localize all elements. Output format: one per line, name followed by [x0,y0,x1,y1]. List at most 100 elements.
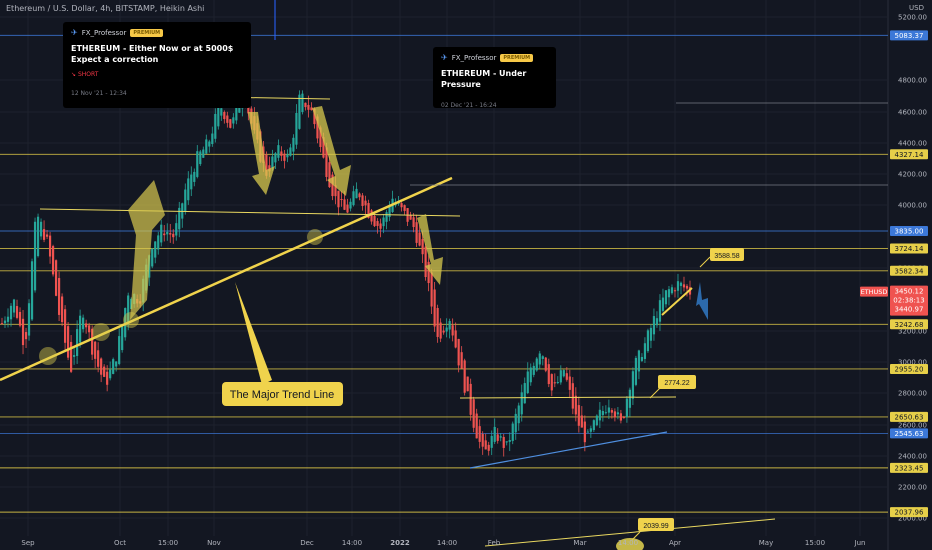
candle-body [205,139,208,154]
candle-body [364,200,367,206]
level-badge-label: 2955.20 [895,365,924,373]
price-label: 3588.58 [714,253,739,260]
candle-body [286,154,289,158]
level-badge-label: 3835.00 [895,227,924,235]
candle-body [211,133,214,145]
candle-body [679,282,683,286]
y-tick-label: 2600.00 [898,422,927,430]
candle-body [430,272,433,307]
candle-body [451,325,454,336]
candle-body [373,215,376,227]
short-arrow-icon: ↘ [71,71,77,78]
candle-body [3,320,7,324]
candle-body [493,426,496,442]
candle-body [637,350,641,372]
candle-body [538,353,541,365]
candle-body [358,193,361,198]
candle-body [562,370,565,377]
candle-body [6,316,10,322]
x-tick-label: 14:00 [342,539,362,547]
candle-body [66,326,70,358]
idea-card[interactable]: ✈ FX_Professor PREMIUM ETHEREUM - Either N… [63,22,251,108]
candle-body [121,324,124,351]
candle-body [57,278,61,315]
candle-body [97,350,100,367]
candle-body [169,233,172,235]
candle-body [208,141,211,147]
candle-body [415,222,418,243]
idea-author[interactable]: FX_Professor [82,29,127,37]
idea-author[interactable]: FX_Professor [452,54,497,62]
candle-body [9,305,13,320]
candle-body [652,316,656,335]
candle-body [298,94,301,129]
candle-body [343,199,346,210]
candle-body [39,221,43,237]
candle-body [541,356,544,359]
candle-body [229,119,232,128]
y-tick-label: 2200.00 [898,484,927,492]
x-tick-label: 15:00 [158,539,178,547]
candle-body [682,284,686,288]
candle-body [187,178,190,201]
candle-body [301,93,304,113]
candle-body [655,318,659,326]
candle-body [526,371,529,394]
candle-body [631,371,635,399]
candle-body [547,364,550,385]
level-badge-label: 2037.96 [895,509,924,517]
candle-body [0,323,4,325]
candle-body [42,229,46,240]
candle-body [220,108,223,116]
candle-body [382,217,385,227]
idea-card[interactable]: ✈ FX_Professor PREMIUM ETHEREUM - Under Pr… [433,47,556,109]
candle-body [622,416,626,418]
x-tick-label: 2022 [390,539,410,547]
candle-body [523,383,526,404]
candle-body [598,409,601,421]
candle-body [385,212,388,222]
candle-body [274,153,277,163]
candle-body [670,287,674,294]
candle-body [532,365,535,375]
candle-body [361,195,364,206]
candle-body [346,204,349,213]
candle-body [586,431,589,433]
candle-body [439,322,442,339]
x-tick-label: Oct [114,539,126,547]
candle-body [118,336,121,364]
candle-body [184,189,187,211]
candle-body [292,137,295,152]
candle-body [643,343,647,359]
candle-body [424,246,427,278]
idea-title[interactable]: ETHEREUM - Either Now or at 5000$ Expect… [71,43,243,65]
candle-body [12,299,16,313]
y-tick-label: 4800.00 [898,77,927,85]
candle-body [421,239,424,255]
candle-body [577,405,580,426]
candle-body [403,205,406,211]
candle-body [214,113,217,139]
candle-body [625,398,629,418]
candle-body [172,233,175,238]
y-tick-label: 4400.00 [898,140,927,148]
candle-body [88,325,91,333]
candle-body [223,111,226,120]
idea-title[interactable]: ETHEREUM - Under Pressure [441,68,548,90]
candle-body [445,327,448,332]
candle-body [448,320,451,330]
candle-body [667,289,671,298]
currency-label: USD [909,4,924,12]
candle-body [499,436,502,438]
x-tick-label: Dec [300,539,314,547]
candle-body [514,413,517,433]
level-badge-label: 5083.37 [895,32,924,40]
candle-body [583,421,586,443]
premium-badge: PREMIUM [500,53,534,62]
level-badge-label: 2545.63 [895,430,924,438]
candle-body [400,203,403,208]
candle-body [556,382,559,384]
candle-body [18,311,22,326]
candle-body [466,376,469,392]
candle-body [48,235,52,257]
